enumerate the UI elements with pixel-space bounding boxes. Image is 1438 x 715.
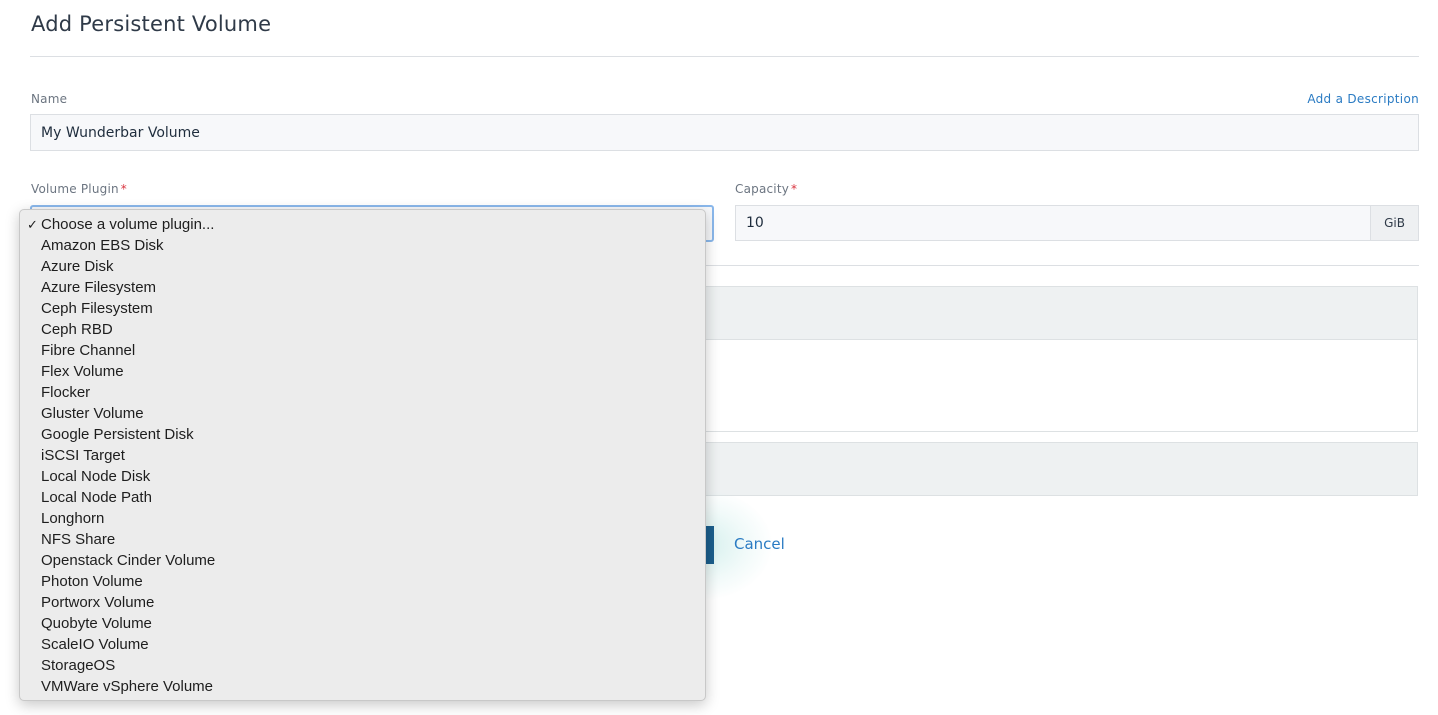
accordion-panel-header-2[interactable]	[705, 442, 1418, 496]
dropdown-option-label: Ceph Filesystem	[41, 300, 153, 317]
dropdown-option[interactable]: Gluster Volume	[20, 403, 705, 424]
dropdown-option[interactable]: Portworx Volume	[20, 592, 705, 613]
volume-plugin-dropdown-menu[interactable]: ✓ Choose a volume plugin... Amazon EBS Dis…	[19, 209, 706, 701]
dropdown-option-label: Azure Filesystem	[41, 279, 157, 296]
dropdown-option-label: Choose a volume plugin...	[41, 216, 215, 233]
dropdown-option[interactable]: Local Node Disk	[20, 466, 705, 487]
volume-plugin-label-text: Volume Plugin	[31, 182, 119, 196]
dropdown-option-label: Openstack Cinder Volume	[41, 552, 216, 569]
volume-plugin-label: Volume Plugin *	[31, 182, 127, 196]
capacity-input-value: 10	[746, 215, 764, 231]
dropdown-option[interactable]: Google Persistent Disk	[20, 424, 705, 445]
dropdown-option-label: Local Node Disk	[41, 468, 151, 485]
dropdown-option[interactable]: Azure Disk	[20, 256, 705, 277]
dropdown-option-label: Gluster Volume	[41, 405, 144, 422]
required-marker: *	[120, 182, 127, 196]
title-divider	[30, 56, 1419, 57]
checkmark-icon: ✓	[27, 217, 38, 232]
dropdown-option[interactable]: Local Node Path	[20, 487, 705, 508]
dropdown-option-label: Fibre Channel	[41, 342, 136, 359]
dropdown-option[interactable]: Longhorn	[20, 508, 705, 529]
accordion-panel-header[interactable]	[705, 286, 1418, 340]
dropdown-option-label: Ceph RBD	[41, 321, 113, 338]
required-marker: *	[791, 182, 798, 196]
dropdown-option-label: Azure Disk	[41, 258, 114, 275]
accordion-panel-body	[705, 340, 1418, 432]
dropdown-option-label: Amazon EBS Disk	[41, 237, 164, 254]
name-label: Name	[31, 92, 68, 106]
dropdown-option[interactable]: Fibre Channel	[20, 340, 705, 361]
cancel-button[interactable]: Cancel	[734, 535, 785, 553]
dropdown-option-label: StorageOS	[41, 657, 116, 674]
dropdown-option[interactable]: ScaleIO Volume	[20, 634, 705, 655]
save-button[interactable]	[705, 526, 714, 564]
dropdown-option[interactable]: ✓ Choose a volume plugin...	[20, 214, 705, 235]
capacity-unit-addon: GiB	[1370, 205, 1419, 241]
name-input-value: My Wunderbar Volume	[41, 124, 200, 141]
add-description-link[interactable]: Add a Description	[1307, 92, 1419, 106]
dropdown-option[interactable]: Photon Volume	[20, 571, 705, 592]
section-divider	[705, 265, 1419, 266]
dropdown-option[interactable]: VMWare vSphere Volume	[20, 676, 705, 697]
capacity-label-text: Capacity	[735, 182, 790, 196]
dropdown-option-label: Quobyte Volume	[41, 615, 152, 632]
dropdown-option-label: Longhorn	[41, 510, 105, 527]
dropdown-option-label: NFS Share	[41, 531, 116, 548]
dropdown-option-label: Flex Volume	[41, 363, 124, 380]
dropdown-option[interactable]: Ceph RBD	[20, 319, 705, 340]
dropdown-option-label: Photon Volume	[41, 573, 143, 590]
dropdown-option-label: Flocker	[41, 384, 91, 401]
dropdown-option[interactable]: Amazon EBS Disk	[20, 235, 705, 256]
dropdown-option[interactable]: Quobyte Volume	[20, 613, 705, 634]
dropdown-option[interactable]: Azure Filesystem	[20, 277, 705, 298]
dropdown-option-label: Local Node Path	[41, 489, 152, 506]
capacity-input[interactable]: 10	[735, 205, 1371, 241]
dropdown-option[interactable]: iSCSI Target	[20, 445, 705, 466]
dropdown-option-label: Portworx Volume	[41, 594, 155, 611]
dropdown-option[interactable]: NFS Share	[20, 529, 705, 550]
dropdown-option[interactable]: Ceph Filesystem	[20, 298, 705, 319]
dropdown-option[interactable]: StorageOS	[20, 655, 705, 676]
capacity-label: Capacity *	[735, 182, 797, 196]
dropdown-option[interactable]: Openstack Cinder Volume	[20, 550, 705, 571]
dropdown-option-label: iSCSI Target	[41, 447, 125, 464]
dropdown-option-label: ScaleIO Volume	[41, 636, 149, 653]
add-persistent-volume-page: Add Persistent Volume Name Add a Descrip…	[0, 0, 1438, 715]
name-input[interactable]: My Wunderbar Volume	[30, 114, 1419, 151]
dropdown-option[interactable]: Flex Volume	[20, 361, 705, 382]
dropdown-option-label: VMWare vSphere Volume	[41, 678, 214, 695]
dropdown-option-label: Google Persistent Disk	[41, 426, 194, 443]
dropdown-option[interactable]: Flocker	[20, 382, 705, 403]
page-title: Add Persistent Volume	[31, 12, 272, 36]
